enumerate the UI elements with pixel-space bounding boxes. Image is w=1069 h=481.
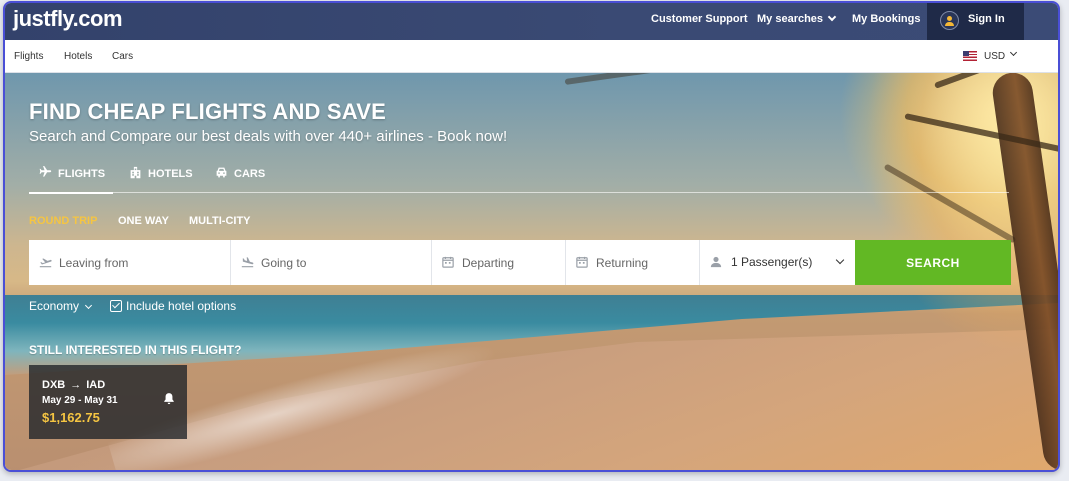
person-icon [710,256,722,268]
going-to-input[interactable] [261,240,425,285]
browser-frame: justfly.com Customer Support My searches… [3,1,1060,472]
passengers-dropdown[interactable]: 1 Passenger(s) [700,240,855,285]
cabin-class-dropdown[interactable]: Economy [29,299,93,313]
secondary-navigation: Flights Hotels Cars USD [5,40,1058,73]
tab-hotels-label: HOTELS [148,168,193,180]
departing-date-input[interactable] [462,240,559,285]
flight-price: $1,162.75 [42,410,100,425]
sign-in-label: Sign In [968,13,1005,25]
subnav-cars[interactable]: Cars [112,51,133,62]
include-hotel-checkbox[interactable] [110,300,122,312]
origin-code: DXB [42,379,66,391]
trip-one-way[interactable]: ONE WAY [118,215,169,227]
hero-content: FIND CHEAP FLIGHTS AND SAVE Search and C… [29,73,1019,470]
my-searches-dropdown[interactable]: My searches [757,12,837,25]
tab-hotels[interactable]: HOTELS [129,165,199,193]
recent-flight-card[interactable]: DXB → IAD May 29 - May 31 $1,162.75 [29,365,187,439]
hero-banner: FIND CHEAP FLIGHTS AND SAVE Search and C… [5,73,1058,470]
tab-cars-label: CARS [234,168,266,180]
flight-search-bar: 1 Passenger(s) SEARCH [29,240,1011,285]
chevron-down-icon [835,255,845,265]
destination-code: IAD [86,379,106,391]
user-icon [940,11,959,30]
hero-subtitle: Search and Compare our best deals with o… [29,128,508,145]
chevron-down-icon [1009,48,1018,57]
tab-flights[interactable]: FLIGHTS [29,165,117,194]
leaving-from-field[interactable] [29,240,231,285]
justfly-logo[interactable]: justfly.com [13,6,123,32]
my-bookings-link[interactable]: My Bookings [852,13,920,25]
sign-in-button[interactable]: Sign In [927,3,1024,40]
landing-icon [241,257,254,268]
hero-title: FIND CHEAP FLIGHTS AND SAVE [29,99,387,124]
search-button[interactable]: SEARCH [855,240,1011,285]
flight-dates: May 29 - May 31 [42,395,118,406]
takeoff-icon [39,258,52,268]
passengers-value: 1 Passenger(s) [731,255,813,269]
flight-route: DXB → IAD [42,379,105,391]
chevron-down-icon [827,12,837,22]
chevron-down-icon [84,301,93,310]
subnav-hotels[interactable]: Hotels [64,51,92,62]
trip-round-trip[interactable]: ROUND TRIP [29,215,97,227]
returning-date-field[interactable] [566,240,700,285]
calendar-icon [576,256,588,268]
us-flag-icon [963,51,977,61]
airplane-icon [39,166,52,177]
recent-search-title: STILL INTERESTED IN THIS FLIGHT? [29,343,242,357]
top-navigation: justfly.com Customer Support My searches… [5,3,1058,40]
cabin-class-value: Economy [29,299,80,313]
currency-code: USD [984,51,1006,62]
bell-icon[interactable] [163,392,175,405]
my-searches-label: My searches [757,13,824,25]
calendar-icon [442,256,454,268]
product-tabs: FLIGHTS HOTELS CARS [29,161,1009,194]
customer-support-link[interactable]: Customer Support [651,13,748,25]
route-arrow: → [70,379,82,391]
include-hotel-label: Include hotel options [126,299,237,313]
returning-date-input[interactable] [596,240,693,285]
leaving-from-input[interactable] [59,240,224,285]
subnav-flights[interactable]: Flights [14,51,43,62]
hotel-icon [130,166,141,179]
tab-cars[interactable]: CARS [215,165,271,193]
car-icon [216,167,227,178]
tab-flights-label: FLIGHTS [58,168,106,180]
going-to-field[interactable] [231,240,432,285]
trip-multi-city[interactable]: MULTI-CITY [189,215,251,227]
departing-date-field[interactable] [432,240,566,285]
